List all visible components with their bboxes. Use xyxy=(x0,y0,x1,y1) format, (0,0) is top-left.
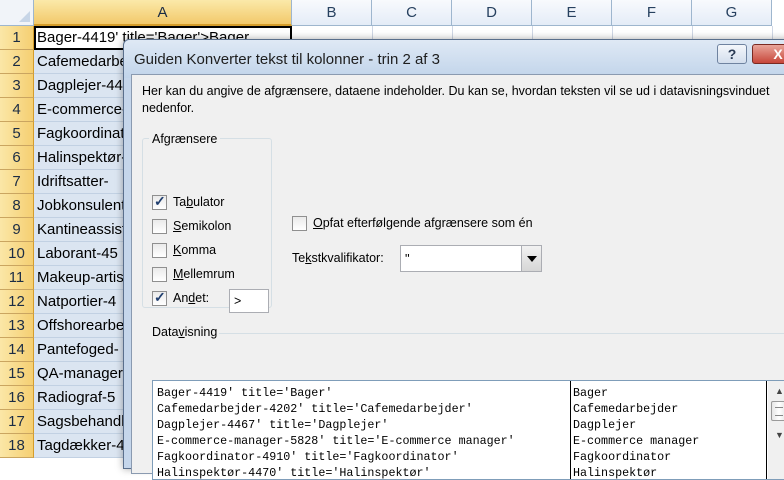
close-button[interactable]: X xyxy=(752,44,784,64)
column-header-a[interactable]: A xyxy=(34,0,292,26)
delimiters-group-label: Afgrænsere xyxy=(149,132,221,146)
scroll-up-icon[interactable]: ▲ xyxy=(768,383,784,399)
text-to-columns-dialog: Guiden Konverter tekst til kolonner - tr… xyxy=(123,39,784,480)
row-header[interactable]: 9 xyxy=(0,218,34,242)
row-header[interactable]: 4 xyxy=(0,98,34,122)
dialog-description: Her kan du angive de afgrænsere, dataene… xyxy=(142,84,770,115)
delimiter-space-label: Mellemrum xyxy=(173,267,235,281)
row-header[interactable]: 5 xyxy=(0,122,34,146)
preview-divider xyxy=(216,333,784,334)
help-button[interactable]: ? xyxy=(717,44,747,64)
checkbox-box[interactable] xyxy=(292,215,307,231)
delimiter-semicolon-label: Semikolon xyxy=(173,219,232,233)
checkbox-box[interactable] xyxy=(152,266,167,282)
row-header[interactable]: 7 xyxy=(0,170,34,194)
row-header[interactable]: 11 xyxy=(0,266,34,290)
preview-scrollbar[interactable]: ▲ ▼ xyxy=(768,381,784,479)
dialog-body: Her kan du angive de afgrænsere, dataene… xyxy=(131,74,784,480)
row-header[interactable]: 12 xyxy=(0,290,34,314)
data-preview[interactable]: Bager-4419' title='Bager' Cafemedarbejder… xyxy=(152,380,784,480)
row-header[interactable]: 18 xyxy=(0,434,34,458)
preview-line: Fagkoordinator xyxy=(573,450,672,464)
preview-line: Halinspektør xyxy=(573,466,658,480)
row-header[interactable]: 6 xyxy=(0,146,34,170)
preview-line: E-commerce-manager-5828' title='E-commer… xyxy=(157,434,515,448)
preview-line: Bager xyxy=(573,386,609,400)
preview-line: Bager-4419' title='Bager' xyxy=(157,386,333,400)
delimiter-tab-checkbox[interactable]: Tabulator xyxy=(152,193,224,211)
row-header[interactable]: 8 xyxy=(0,194,34,218)
row-header[interactable]: 16 xyxy=(0,386,34,410)
row-header[interactable]: 17 xyxy=(0,410,34,434)
text-qualifier-label: Tekstkvalifikator: xyxy=(292,251,384,265)
preview-line: Cafemedarbejder-4202' title='Cafemedarbe… xyxy=(157,402,473,416)
chevron-down-icon[interactable] xyxy=(521,246,541,271)
column-header-e[interactable]: E xyxy=(532,0,612,26)
delimiter-other-checkbox[interactable]: Andet: xyxy=(152,289,209,307)
scroll-thumb[interactable] xyxy=(771,401,784,421)
other-delimiter-input[interactable]: > xyxy=(229,289,269,313)
checkbox-box[interactable] xyxy=(152,218,167,234)
delimiter-semicolon-checkbox[interactable]: Semikolon xyxy=(152,217,231,235)
treat-consecutive-checkbox[interactable]: Opfat efterfølgende afgrænsere som én xyxy=(292,214,533,232)
select-all-corner[interactable] xyxy=(0,0,34,26)
delimiter-tab-label: Tabulator xyxy=(173,195,225,209)
dialog-titlebar[interactable]: Guiden Konverter tekst til kolonner - tr… xyxy=(124,40,784,78)
column-header-b[interactable]: B xyxy=(292,0,372,26)
row-header[interactable]: 2 xyxy=(0,50,34,74)
preview-edge xyxy=(766,381,767,479)
preview-line: Halinspektør-4470' title='Halinspektør' xyxy=(157,466,431,480)
delimiter-space-checkbox[interactable]: Mellemrum xyxy=(152,265,235,283)
row-header[interactable]: 1 xyxy=(0,26,34,50)
delimiter-comma-label: Komma xyxy=(173,243,217,257)
text-qualifier-value: " xyxy=(405,251,410,266)
delimiter-other-label: Andet: xyxy=(173,291,210,305)
treat-consecutive-label: Opfat efterfølgende afgrænsere som én xyxy=(313,216,533,230)
column-header-c[interactable]: C xyxy=(372,0,452,26)
preview-line: Dagplejer-4467' title='Dagplejer' xyxy=(157,418,389,432)
data-preview-label: Datavisning xyxy=(150,325,220,339)
checkbox-box[interactable] xyxy=(152,193,167,210)
row-header[interactable]: 13 xyxy=(0,314,34,338)
dialog-title: Guiden Konverter tekst til kolonner - tr… xyxy=(134,51,440,68)
column-header-f[interactable]: F xyxy=(612,0,692,26)
row-header[interactable]: 14 xyxy=(0,338,34,362)
column-break-line[interactable] xyxy=(570,381,571,479)
preview-line: Cafemedarbejder xyxy=(573,402,679,416)
column-header-g[interactable]: G xyxy=(692,0,772,26)
checkbox-box[interactable] xyxy=(152,242,167,258)
checkbox-box[interactable] xyxy=(152,289,167,306)
row-header[interactable]: 10 xyxy=(0,242,34,266)
scroll-down-icon[interactable]: ▼ xyxy=(768,427,784,443)
column-header-d[interactable]: D xyxy=(452,0,532,26)
delimiter-comma-checkbox[interactable]: Komma xyxy=(152,241,216,259)
row-header[interactable]: 15 xyxy=(0,362,34,386)
preview-column-1[interactable]: Bager-4419' title='Bager' Cafemedarbejder… xyxy=(157,385,515,480)
row-header[interactable]: 3 xyxy=(0,74,34,98)
preview-line: Dagplejer xyxy=(573,418,637,432)
preview-column-2[interactable]: Bager Cafemedarbejder Dagplejer E-commerce … xyxy=(573,385,700,480)
preview-line: E-commerce manager xyxy=(573,434,700,448)
preview-line: Fagkoordinator-4910' title='Fagkoordinat… xyxy=(157,450,459,464)
text-qualifier-select[interactable]: " xyxy=(400,245,542,272)
